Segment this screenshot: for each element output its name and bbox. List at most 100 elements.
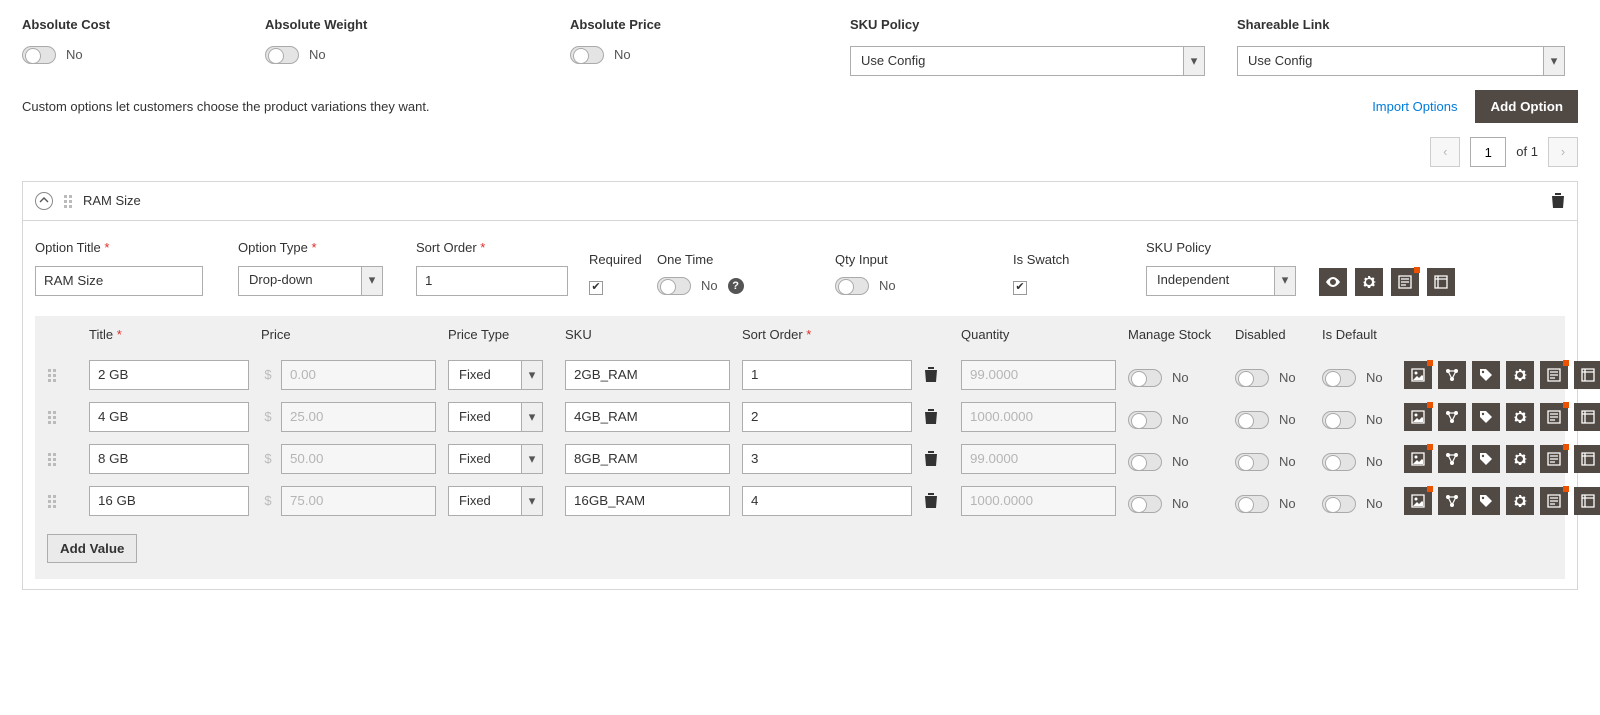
value-tierprice-icon[interactable] (1472, 445, 1500, 473)
value-price-type-select[interactable]: Fixed▾ (448, 360, 543, 390)
label-absolute-price: Absolute Price (570, 16, 850, 34)
delete-value-icon[interactable] (924, 409, 949, 425)
pager-next[interactable]: › (1548, 137, 1578, 167)
pager-prev[interactable]: ‹ (1430, 137, 1460, 167)
toggle-disabled[interactable] (1235, 495, 1269, 513)
option-visibility-icon[interactable] (1319, 268, 1347, 296)
import-options-link[interactable]: Import Options (1372, 98, 1457, 116)
value-image-icon[interactable] (1404, 487, 1432, 515)
value-settings-icon[interactable] (1506, 403, 1534, 431)
toggle-disabled[interactable] (1235, 453, 1269, 471)
value-template-icon[interactable] (1574, 361, 1600, 389)
toggle-qty-input[interactable] (835, 277, 869, 295)
select-shareable-link[interactable]: Use Config ▾ (1237, 46, 1565, 76)
value-description-icon[interactable] (1540, 445, 1568, 473)
value-qty-input[interactable] (961, 444, 1116, 474)
value-dependency-icon[interactable] (1438, 403, 1466, 431)
select-sku-policy[interactable]: Use Config ▾ (850, 46, 1205, 76)
label-sort-order: Sort Order (416, 239, 571, 257)
toggle-manage-stock[interactable] (1128, 369, 1162, 387)
label-absolute-cost: Absolute Cost (22, 16, 265, 34)
value-qty-input[interactable] (961, 486, 1116, 516)
value-template-icon[interactable] (1574, 445, 1600, 473)
checkbox-is-swatch[interactable] (1013, 281, 1027, 295)
checkbox-required[interactable] (589, 281, 603, 295)
toggle-manage-stock[interactable] (1128, 495, 1162, 513)
value-price-type-select[interactable]: Fixed▾ (448, 402, 543, 432)
add-option-button[interactable]: Add Option (1475, 90, 1578, 123)
value-price-type-select[interactable]: Fixed▾ (448, 444, 543, 474)
value-tierprice-icon[interactable] (1472, 403, 1500, 431)
toggle-disabled[interactable] (1235, 369, 1269, 387)
value-image-icon[interactable] (1404, 445, 1432, 473)
collapse-toggle[interactable] (35, 192, 53, 210)
value-price-input[interactable] (281, 402, 436, 432)
option-settings-icon[interactable] (1355, 268, 1383, 296)
value-price-input[interactable] (281, 360, 436, 390)
value-title-input[interactable] (89, 486, 249, 516)
delete-value-icon[interactable] (924, 493, 949, 509)
value-description-icon[interactable] (1540, 403, 1568, 431)
value-tierprice-icon[interactable] (1472, 487, 1500, 515)
drag-handle-icon[interactable] (47, 368, 77, 382)
value-description-icon[interactable] (1540, 361, 1568, 389)
input-option-title[interactable] (35, 266, 203, 296)
value-sku-input[interactable] (565, 402, 730, 432)
value-title-input[interactable] (89, 360, 249, 390)
option-template-icon[interactable] (1427, 268, 1455, 296)
toggle-absolute-weight[interactable] (265, 46, 299, 64)
value-sort-input[interactable] (742, 486, 912, 516)
value-description-icon[interactable] (1540, 487, 1568, 515)
value-image-icon[interactable] (1404, 361, 1432, 389)
delete-option-icon[interactable] (1551, 193, 1565, 209)
value-sort-input[interactable] (742, 360, 912, 390)
value-template-icon[interactable] (1574, 403, 1600, 431)
value-image-icon[interactable] (1404, 403, 1432, 431)
label-option-type: Option Type (238, 239, 398, 257)
value-settings-icon[interactable] (1506, 487, 1534, 515)
option-panel-title: RAM Size (83, 192, 1541, 210)
value-settings-icon[interactable] (1506, 445, 1534, 473)
value-sort-input[interactable] (742, 444, 912, 474)
value-qty-input[interactable] (961, 402, 1116, 432)
value-price-type-select[interactable]: Fixed▾ (448, 486, 543, 516)
help-icon[interactable]: ? (728, 278, 744, 294)
value-qty-input[interactable] (961, 360, 1116, 390)
value-sort-input[interactable] (742, 402, 912, 432)
drag-handle-icon[interactable] (47, 494, 77, 508)
value-sku-input[interactable] (565, 444, 730, 474)
toggle-absolute-cost[interactable] (22, 46, 56, 64)
value-template-icon[interactable] (1574, 487, 1600, 515)
toggle-is-default[interactable] (1322, 411, 1356, 429)
drag-handle-icon[interactable] (47, 452, 77, 466)
value-price-input[interactable] (281, 444, 436, 474)
drag-handle-icon[interactable] (47, 410, 77, 424)
value-price-input[interactable] (281, 486, 436, 516)
delete-value-icon[interactable] (924, 451, 949, 467)
value-title-input[interactable] (89, 402, 249, 432)
option-description-icon[interactable] (1391, 268, 1419, 296)
select-option-type[interactable]: Drop-down ▾ (238, 266, 383, 296)
input-sort-order[interactable] (416, 266, 568, 296)
toggle-one-time[interactable] (657, 277, 691, 295)
pager-page-input[interactable] (1470, 137, 1506, 167)
value-title-input[interactable] (89, 444, 249, 474)
toggle-manage-stock[interactable] (1128, 411, 1162, 429)
toggle-absolute-price[interactable] (570, 46, 604, 64)
toggle-is-default[interactable] (1322, 369, 1356, 387)
toggle-disabled[interactable] (1235, 411, 1269, 429)
select-option-sku-policy[interactable]: Independent ▾ (1146, 266, 1296, 296)
toggle-is-default[interactable] (1322, 453, 1356, 471)
value-dependency-icon[interactable] (1438, 361, 1466, 389)
drag-handle-icon[interactable] (63, 194, 73, 208)
value-tierprice-icon[interactable] (1472, 361, 1500, 389)
toggle-manage-stock[interactable] (1128, 453, 1162, 471)
value-sku-input[interactable] (565, 486, 730, 516)
value-dependency-icon[interactable] (1438, 487, 1466, 515)
toggle-is-default[interactable] (1322, 495, 1356, 513)
value-sku-input[interactable] (565, 360, 730, 390)
value-dependency-icon[interactable] (1438, 445, 1466, 473)
delete-value-icon[interactable] (924, 367, 949, 383)
value-settings-icon[interactable] (1506, 361, 1534, 389)
add-value-button[interactable]: Add Value (47, 534, 137, 563)
